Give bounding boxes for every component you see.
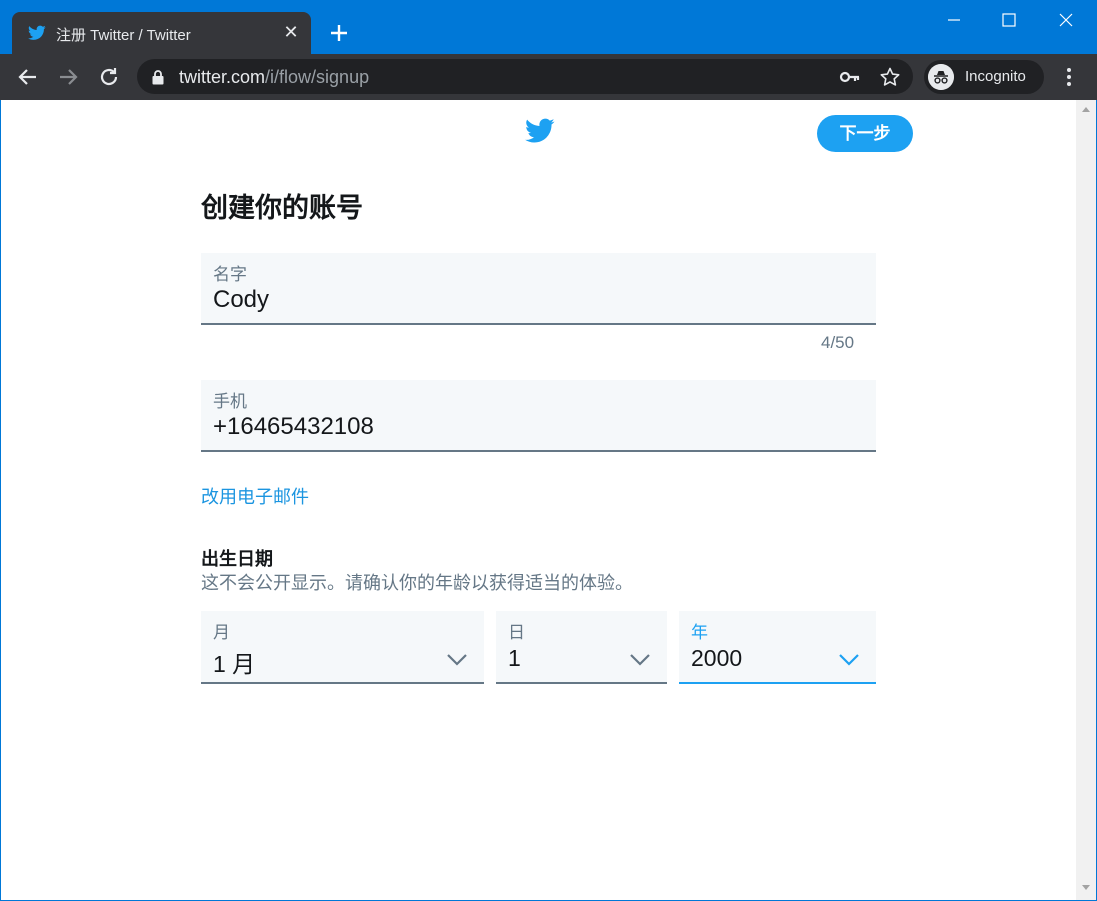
tab-title: 注册 Twitter / Twitter <box>56 27 191 44</box>
name-input[interactable]: Cody <box>213 286 269 314</box>
browser-titlebar: 注册 Twitter / Twitter ✕ <box>0 0 1097 54</box>
year-select[interactable]: 年 2000 <box>679 611 876 684</box>
twitter-bird-icon <box>525 118 555 143</box>
chevron-down-icon <box>630 654 650 666</box>
month-value: 1 月 <box>213 651 256 677</box>
use-email-link[interactable]: 改用电子邮件 <box>201 483 309 509</box>
chevron-down-icon <box>839 654 859 666</box>
scroll-down-icon[interactable] <box>1082 885 1090 890</box>
dob-description: 这不会公开显示。请确认你的年龄以获得适当的体验。 <box>201 573 633 593</box>
name-field[interactable]: 名字 Cody <box>201 253 876 325</box>
phone-input[interactable]: +16465432108 <box>213 413 374 441</box>
page-viewport: 下一步 创建你的账号 名字 Cody 4/50 手机 +16465432108 … <box>1 100 1076 900</box>
tab-close-icon[interactable]: ✕ <box>282 23 300 41</box>
incognito-label: Incognito <box>965 68 1026 85</box>
twitter-bird-icon <box>28 25 46 40</box>
url-host: twitter.com <box>179 67 266 87</box>
url-path: /i/flow/signup <box>265 67 370 87</box>
back-icon[interactable] <box>15 64 41 90</box>
name-field-label: 名字 <box>213 265 247 284</box>
star-icon[interactable] <box>879 66 901 88</box>
more-menu-icon[interactable] <box>1058 64 1080 90</box>
url-text: twitter.com/i/flow/signup <box>179 67 369 88</box>
address-bar[interactable]: twitter.com/i/flow/signup <box>137 59 913 94</box>
vertical-scrollbar[interactable] <box>1076 100 1096 900</box>
key-icon[interactable] <box>839 68 861 86</box>
month-label: 月 <box>213 623 230 642</box>
phone-field-label: 手机 <box>213 392 247 411</box>
year-label: 年 <box>691 623 708 642</box>
dob-title: 出生日期 <box>201 549 273 569</box>
window-close-icon[interactable] <box>1043 6 1089 34</box>
phone-field[interactable]: 手机 +16465432108 <box>201 380 876 452</box>
lock-icon[interactable] <box>151 69 165 85</box>
day-select[interactable]: 日 1 <box>496 611 667 684</box>
day-value: 1 <box>508 645 521 671</box>
incognito-icon <box>928 64 954 90</box>
page-title: 创建你的账号 <box>201 193 363 223</box>
day-label: 日 <box>508 623 525 642</box>
new-tab-icon[interactable] <box>326 20 352 46</box>
browser-tab[interactable]: 注册 Twitter / Twitter ✕ <box>12 12 311 54</box>
browser-toolbar: twitter.com/i/flow/signup Incognito <box>0 54 1097 100</box>
name-char-counter: 4/50 <box>821 333 855 352</box>
incognito-profile-button[interactable]: Incognito <box>924 60 1044 94</box>
chevron-down-icon <box>447 654 467 666</box>
year-value: 2000 <box>691 645 743 671</box>
forward-icon[interactable] <box>55 64 81 90</box>
maximize-icon[interactable] <box>986 6 1032 34</box>
scroll-up-icon[interactable] <box>1082 107 1090 112</box>
minimize-icon[interactable] <box>931 6 977 34</box>
reload-icon[interactable] <box>96 64 122 90</box>
next-button[interactable]: 下一步 <box>817 115 913 152</box>
month-select[interactable]: 月 1 月 <box>201 611 484 684</box>
